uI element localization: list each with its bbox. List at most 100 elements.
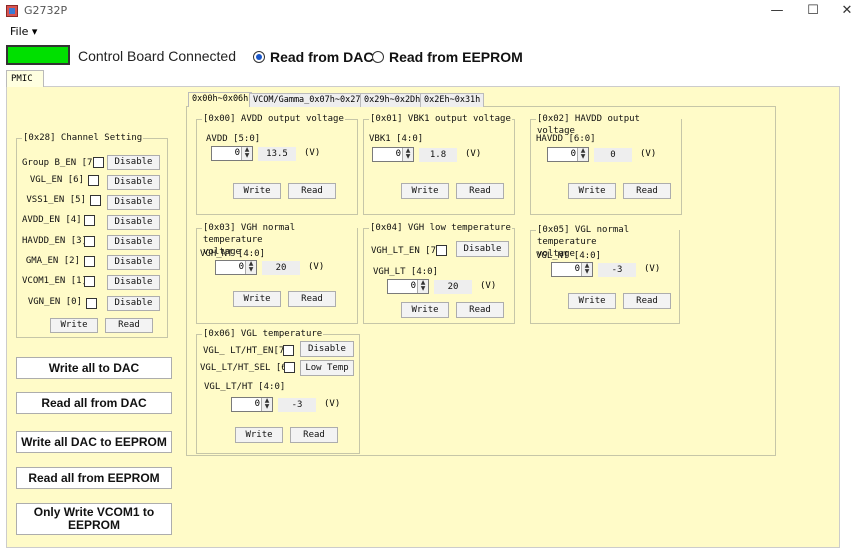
spinner-arrows-icon[interactable]: ▲ ▼ (261, 398, 272, 411)
vgh-lt-write-button[interactable]: Write (401, 302, 449, 318)
avdd-field-label: AVDD [5:0] (206, 134, 261, 144)
vgl-lt-ht-voltage-value: -3 (278, 398, 316, 412)
vgl-lt-ht-spinner[interactable]: 0 ▲ ▼ (231, 397, 273, 412)
spinner-arrows-icon[interactable]: ▲ ▼ (245, 261, 256, 274)
toggle-vcom1-en-button[interactable]: Disable (107, 275, 160, 290)
maximize-button[interactable]: ☐ (798, 2, 828, 20)
havdd-spinner[interactable]: 0 ▲ ▼ (547, 147, 589, 162)
checkbox-vgl-en[interactable] (88, 175, 99, 186)
checkbox-vgl-lt-ht-en[interactable] (283, 345, 294, 356)
vgl-nt-title-line1: [0x05] VGL normal temperature (537, 225, 630, 247)
toggle-group-b-en-button[interactable]: Disable (107, 155, 160, 170)
spinner-arrows-icon[interactable]: ▲ ▼ (241, 147, 252, 160)
toggle-vgl-en-button[interactable]: Disable (107, 175, 160, 190)
tab-0x00-0x06[interactable]: 0x00h~0x06h (188, 92, 253, 107)
checkbox-avdd-en[interactable] (84, 215, 95, 226)
toggle-havdd-en-button[interactable]: Disable (107, 235, 160, 250)
havdd-read-button[interactable]: Read (623, 183, 671, 199)
vgh-lt-spinner-value: 0 (410, 281, 416, 291)
spinner-arrows-icon[interactable]: ▲ ▼ (402, 148, 413, 161)
avdd-write-button[interactable]: Write (233, 183, 281, 199)
vgh-nt-spinner-value: 0 (238, 262, 244, 272)
read-from-dac-label: Read from DAC (270, 49, 374, 65)
checkbox-group-b-en[interactable] (93, 157, 104, 168)
vgh-nt-write-button[interactable]: Write (233, 291, 281, 307)
write-all-dac-to-eeprom-button[interactable]: Write all DAC to EEPROM (16, 431, 172, 453)
avdd-spinner[interactable]: 0 ▲ ▼ (211, 146, 253, 161)
avdd-spinner-value: 0 (234, 148, 240, 158)
app-icon (6, 5, 18, 17)
checkbox-vgl-lt-ht-sel[interactable] (284, 362, 295, 373)
avdd-read-button[interactable]: Read (288, 183, 336, 199)
read-all-from-eeprom-button[interactable]: Read all from EEPROM (16, 467, 172, 489)
connection-status-indicator (6, 45, 70, 65)
vgh-lt-read-button[interactable]: Read (456, 302, 504, 318)
havdd-write-button[interactable]: Write (568, 183, 616, 199)
toggle-vgh-lt-en-button[interactable]: Disable (456, 241, 509, 257)
connection-status-label: Control Board Connected (78, 48, 236, 64)
checkbox-gma-en[interactable] (84, 256, 95, 267)
spinner-arrows-icon[interactable]: ▲ ▼ (581, 263, 592, 276)
vgl-nt-read-button[interactable]: Read (623, 293, 671, 309)
vbk1-spinner[interactable]: 0 ▲ ▼ (372, 147, 414, 162)
vgh-lt-en-label: VGH_LT_EN [7] (371, 246, 442, 256)
read-from-dac-radio[interactable]: Read from DAC (253, 49, 373, 65)
vgl-nt-write-button[interactable]: Write (568, 293, 616, 309)
toggle-vss1-en-button[interactable]: Disable (107, 195, 160, 210)
vgl-temp-read-button[interactable]: Read (290, 427, 338, 443)
vgl-temp-title: [0x06] VGL temperature (202, 328, 324, 340)
toggle-vgl-lt-ht-sel-button[interactable]: Low Temp (300, 360, 354, 376)
channel-read-button[interactable]: Read (105, 318, 153, 333)
only-write-vcom1-to-eeprom-button[interactable]: Only Write VCOM1 to EEPROM (16, 503, 172, 535)
menu-bar: File ▾ (0, 22, 859, 42)
vgl-lt-ht-en-label: VGL_ LT/HT_EN[7] (203, 346, 290, 356)
vgh-nt-title-line1: [0x03] VGH normal temperature (203, 223, 296, 245)
read-all-from-dac-button[interactable]: Read all from DAC (16, 392, 172, 414)
vgl-nt-spinner-value: 0 (574, 264, 580, 274)
vbk1-title: [0x01] VBK1 output voltage (369, 113, 512, 125)
close-button[interactable]: ✕ (832, 2, 859, 20)
checkbox-vgn-en[interactable] (86, 298, 97, 309)
vgl-nt-voltage-value: -3 (598, 263, 636, 277)
read-from-eeprom-radio[interactable]: Read from EEPROM (372, 49, 523, 65)
menu-file[interactable]: File ▾ (10, 25, 37, 38)
vgl-nt-spinner[interactable]: 0 ▲ ▼ (551, 262, 593, 277)
vgh-lt-spinner[interactable]: 0 ▲ ▼ (387, 279, 429, 294)
channel-label-vss1-en: VSS1_EN [5] (26, 195, 86, 205)
toggle-vgn-en-button[interactable]: Disable (107, 296, 160, 311)
radio-unselected-icon (372, 51, 384, 63)
vbk1-field-label: VBK1 [4:0] (369, 134, 424, 144)
channel-label-gma-en: GMA_EN [2] (25, 256, 80, 266)
tab-vcom-gamma[interactable]: VCOM/Gamma_0x07h~0x27h (249, 93, 370, 107)
minimize-button[interactable]: — (762, 2, 792, 20)
tab-0x29-0x2d[interactable]: 0x29h~0x2Dh (360, 93, 425, 107)
checkbox-havdd-en[interactable] (84, 236, 95, 247)
tab-pmic[interactable]: PMIC (6, 70, 44, 87)
title-bar: G2732P — ☐ ✕ (0, 0, 859, 22)
write-all-to-dac-button[interactable]: Write all to DAC (16, 357, 172, 379)
vgl-temp-write-button[interactable]: Write (235, 427, 283, 443)
channel-label-avdd-en: AVDD_EN [4] (22, 215, 82, 225)
checkbox-vcom1-en[interactable] (84, 276, 95, 287)
vgl-nt-group: [0x05] VGL normal temperature voltage (530, 224, 680, 324)
radio-selected-icon (253, 51, 265, 63)
vbk1-read-button[interactable]: Read (456, 183, 504, 199)
vgh-nt-read-button[interactable]: Read (288, 291, 336, 307)
havdd-unit: (V) (640, 149, 657, 159)
channel-write-button[interactable]: Write (50, 318, 98, 333)
toggle-vgl-lt-ht-en-button[interactable]: Disable (300, 341, 354, 357)
spinner-arrows-icon[interactable]: ▲ ▼ (577, 148, 588, 161)
spinner-arrows-icon[interactable]: ▲ ▼ (417, 280, 428, 293)
vgl-lt-ht-spinner-value: 0 (254, 399, 260, 409)
vgh-nt-spinner[interactable]: 0 ▲ ▼ (215, 260, 257, 275)
vbk1-write-button[interactable]: Write (401, 183, 449, 199)
checkbox-vss1-en[interactable] (90, 195, 101, 206)
tab-0x2e-0x31[interactable]: 0x2Eh~0x31h (420, 93, 485, 107)
vgl-lt-ht-unit: (V) (324, 399, 341, 409)
toggle-gma-en-button[interactable]: Disable (107, 255, 160, 270)
read-from-eeprom-label: Read from EEPROM (389, 49, 523, 65)
checkbox-vgh-lt-en[interactable] (436, 245, 447, 256)
vgh-nt-group: [0x03] VGH normal temperature voltage (196, 222, 358, 324)
toggle-avdd-en-button[interactable]: Disable (107, 215, 160, 230)
vgh-lt-title: [0x04] VGH low temperature (369, 222, 512, 234)
